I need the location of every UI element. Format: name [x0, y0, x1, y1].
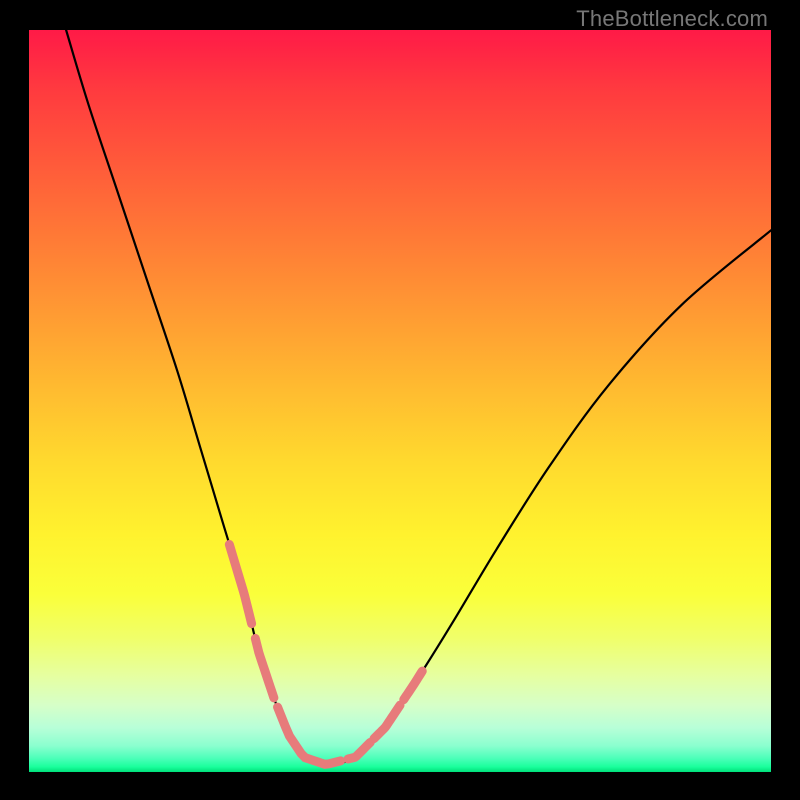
watermark-text: TheBottleneck.com	[576, 6, 768, 32]
chart-svg	[29, 30, 771, 772]
marker-segment	[255, 638, 274, 697]
chart-frame: TheBottleneck.com	[0, 0, 800, 800]
bottleneck-curve	[66, 30, 771, 765]
chart-plot-area	[29, 30, 771, 772]
marker-segment	[229, 544, 251, 623]
marker-segment	[278, 707, 341, 764]
marker-segment	[404, 671, 423, 700]
marker-band-group	[229, 544, 422, 764]
marker-segment	[374, 705, 400, 738]
marker-segment	[348, 742, 370, 759]
